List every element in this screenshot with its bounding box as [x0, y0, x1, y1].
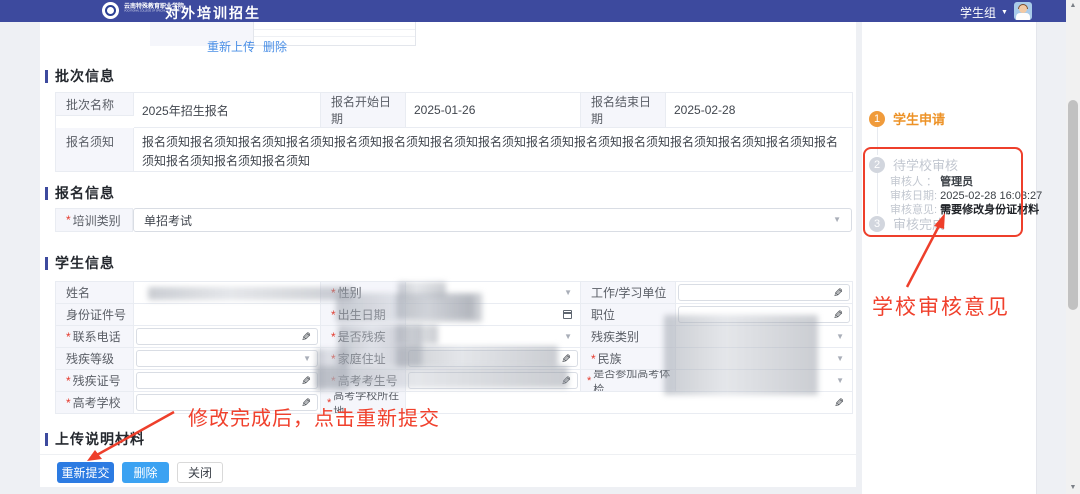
work-unit-input-cell: ✎ — [676, 282, 853, 304]
training-type-value: 单招考试 — [144, 212, 192, 229]
section-title: 学生信息 — [55, 253, 115, 273]
avatar[interactable] — [1014, 2, 1032, 20]
physical-exam-label: *是否参加高考体检 — [581, 370, 676, 392]
chevron-down-icon: ▼ — [1001, 9, 1008, 16]
step-label: 学生申请 — [893, 109, 945, 128]
school-name: 云南特殊教育职业学院 VOCATIONAL COLLEGE OF SPECIAL… — [124, 4, 162, 13]
section-batch-info: 批次信息 — [45, 66, 115, 86]
chevron-down-icon: ▼ — [836, 377, 844, 385]
chevron-down-icon: ▼ — [303, 355, 311, 363]
name-label: 姓名 — [56, 282, 134, 304]
phone-input[interactable]: ✎ — [136, 328, 318, 345]
section-title: 上传说明材料 — [55, 429, 145, 449]
bottom-annotation: 修改完成后，点击重新提交 — [188, 402, 440, 431]
batch-start-value: 2025-01-26 — [406, 93, 581, 128]
disability-level-cell: ▼ — [134, 348, 321, 370]
ethnicity-label: *民族 — [581, 348, 676, 370]
edit-icon: ✎ — [561, 353, 571, 365]
resubmit-button[interactable]: 重新提交 — [57, 462, 114, 483]
reupload-link[interactable]: 重新上传 — [207, 38, 255, 55]
review-highlight-box — [863, 147, 1023, 237]
user-role-label: 学生组 — [960, 4, 996, 21]
disability-level-select[interactable]: ▼ — [136, 350, 318, 367]
page: ▼ 上传说明材料 重新上传 删除 批次信息 批次名称 2025年招生报名 报名开… — [0, 0, 1080, 494]
scroll-up-button[interactable]: ▲ — [1066, 0, 1080, 12]
phone-input-cell: ✎ — [134, 326, 321, 348]
disability-level-label: 残疾等级 — [56, 348, 134, 370]
batch-info-table: 批次名称 2025年招生报名 报名开始日期 2025-01-26 报名结束日期 … — [55, 92, 853, 172]
redacted-value — [664, 315, 818, 395]
work-unit-label: 工作/学习单位 — [581, 282, 676, 304]
gaokao-school-label: *高考学校 — [56, 392, 134, 414]
position-label: 职位 — [581, 304, 676, 326]
chevron-down-icon: ▼ — [564, 289, 572, 297]
training-type-label: * 培训类别 — [55, 208, 133, 232]
batch-end-label: 报名结束日期 — [581, 93, 666, 128]
edit-icon: ✎ — [834, 397, 844, 409]
progress-sidebar — [862, 0, 1037, 494]
step-student-apply: 1 学生申请 — [869, 109, 945, 128]
edit-icon: ✎ — [301, 375, 311, 387]
section-title: 报名信息 — [55, 183, 115, 203]
training-type-select[interactable]: 单招考试 ▼ — [133, 208, 852, 232]
work-unit-input[interactable]: ✎ — [678, 284, 850, 301]
close-button[interactable]: 关闭 — [177, 462, 223, 483]
batch-notice-label: 报名须知 — [56, 128, 134, 172]
section-registration-info: 报名信息 — [45, 183, 115, 203]
delete-link[interactable]: 删除 — [263, 38, 287, 55]
vertical-scrollbar: ▲ ▼ — [1066, 0, 1080, 494]
edit-icon: ✎ — [301, 331, 311, 343]
section-accent-bar — [45, 187, 48, 200]
batch-name-value: 2025年招生报名 — [134, 93, 321, 128]
delete-button[interactable]: 删除 — [122, 462, 169, 483]
app-title: 对外培训招生 — [165, 3, 261, 23]
upload-actions: 重新上传 删除 — [207, 38, 287, 55]
disability-cert-label: *残疾证号 — [56, 370, 134, 392]
redacted-value — [396, 325, 438, 344]
id-number-value — [134, 304, 321, 326]
id-number-label: 身份证件号 — [56, 304, 134, 326]
app-header: 云南特殊教育职业学院 VOCATIONAL COLLEGE OF SPECIAL… — [0, 0, 1066, 22]
section-upload-material: 上传说明材料 — [45, 429, 145, 449]
gaokao-school-location-value[interactable]: ✎ — [406, 392, 853, 414]
section-student-info: 学生信息 — [45, 253, 115, 273]
section-accent-bar — [45, 70, 48, 83]
required-marker: * — [66, 213, 71, 227]
chevron-down-icon: ▼ — [564, 333, 572, 341]
redacted-value — [148, 287, 353, 300]
step-number-badge: 1 — [869, 111, 885, 127]
batch-start-label: 报名开始日期 — [321, 93, 406, 128]
section-title: 批次信息 — [55, 66, 115, 86]
scrollbar-thumb[interactable] — [1068, 100, 1078, 310]
redacted-value — [316, 366, 568, 388]
chevron-down-icon: ▼ — [833, 216, 841, 224]
batch-end-value: 2025-02-28 — [666, 93, 853, 128]
scroll-down-button[interactable]: ▼ — [1066, 482, 1080, 494]
edit-icon: ✎ — [833, 309, 843, 321]
disability-cert-cell: ✎ — [134, 370, 321, 392]
redacted-value — [396, 346, 558, 367]
disability-type-label: 残疾类别 — [581, 326, 676, 348]
chevron-down-icon: ▼ — [836, 355, 844, 363]
footer-divider — [40, 454, 856, 455]
batch-notice-value: 报名须知报名须知报名须知报名须知报名须知报名须知报名须知报名须知报名须知报名须知… — [134, 128, 853, 172]
batch-name-label: 批次名称 — [56, 93, 134, 116]
chevron-down-icon: ▼ — [836, 333, 844, 341]
redacted-value — [396, 295, 474, 319]
school-logo-icon — [102, 2, 119, 19]
edit-icon: ✎ — [833, 287, 843, 299]
disability-cert-input[interactable]: ✎ — [136, 372, 318, 389]
user-role-dropdown[interactable]: 学生组 ▼ — [960, 4, 1008, 21]
side-annotation: 学校审核意见 — [872, 291, 1010, 321]
section-accent-bar — [45, 257, 48, 270]
section-accent-bar — [45, 433, 48, 446]
phone-label: *联系电话 — [56, 326, 134, 348]
calendar-icon — [563, 310, 572, 319]
